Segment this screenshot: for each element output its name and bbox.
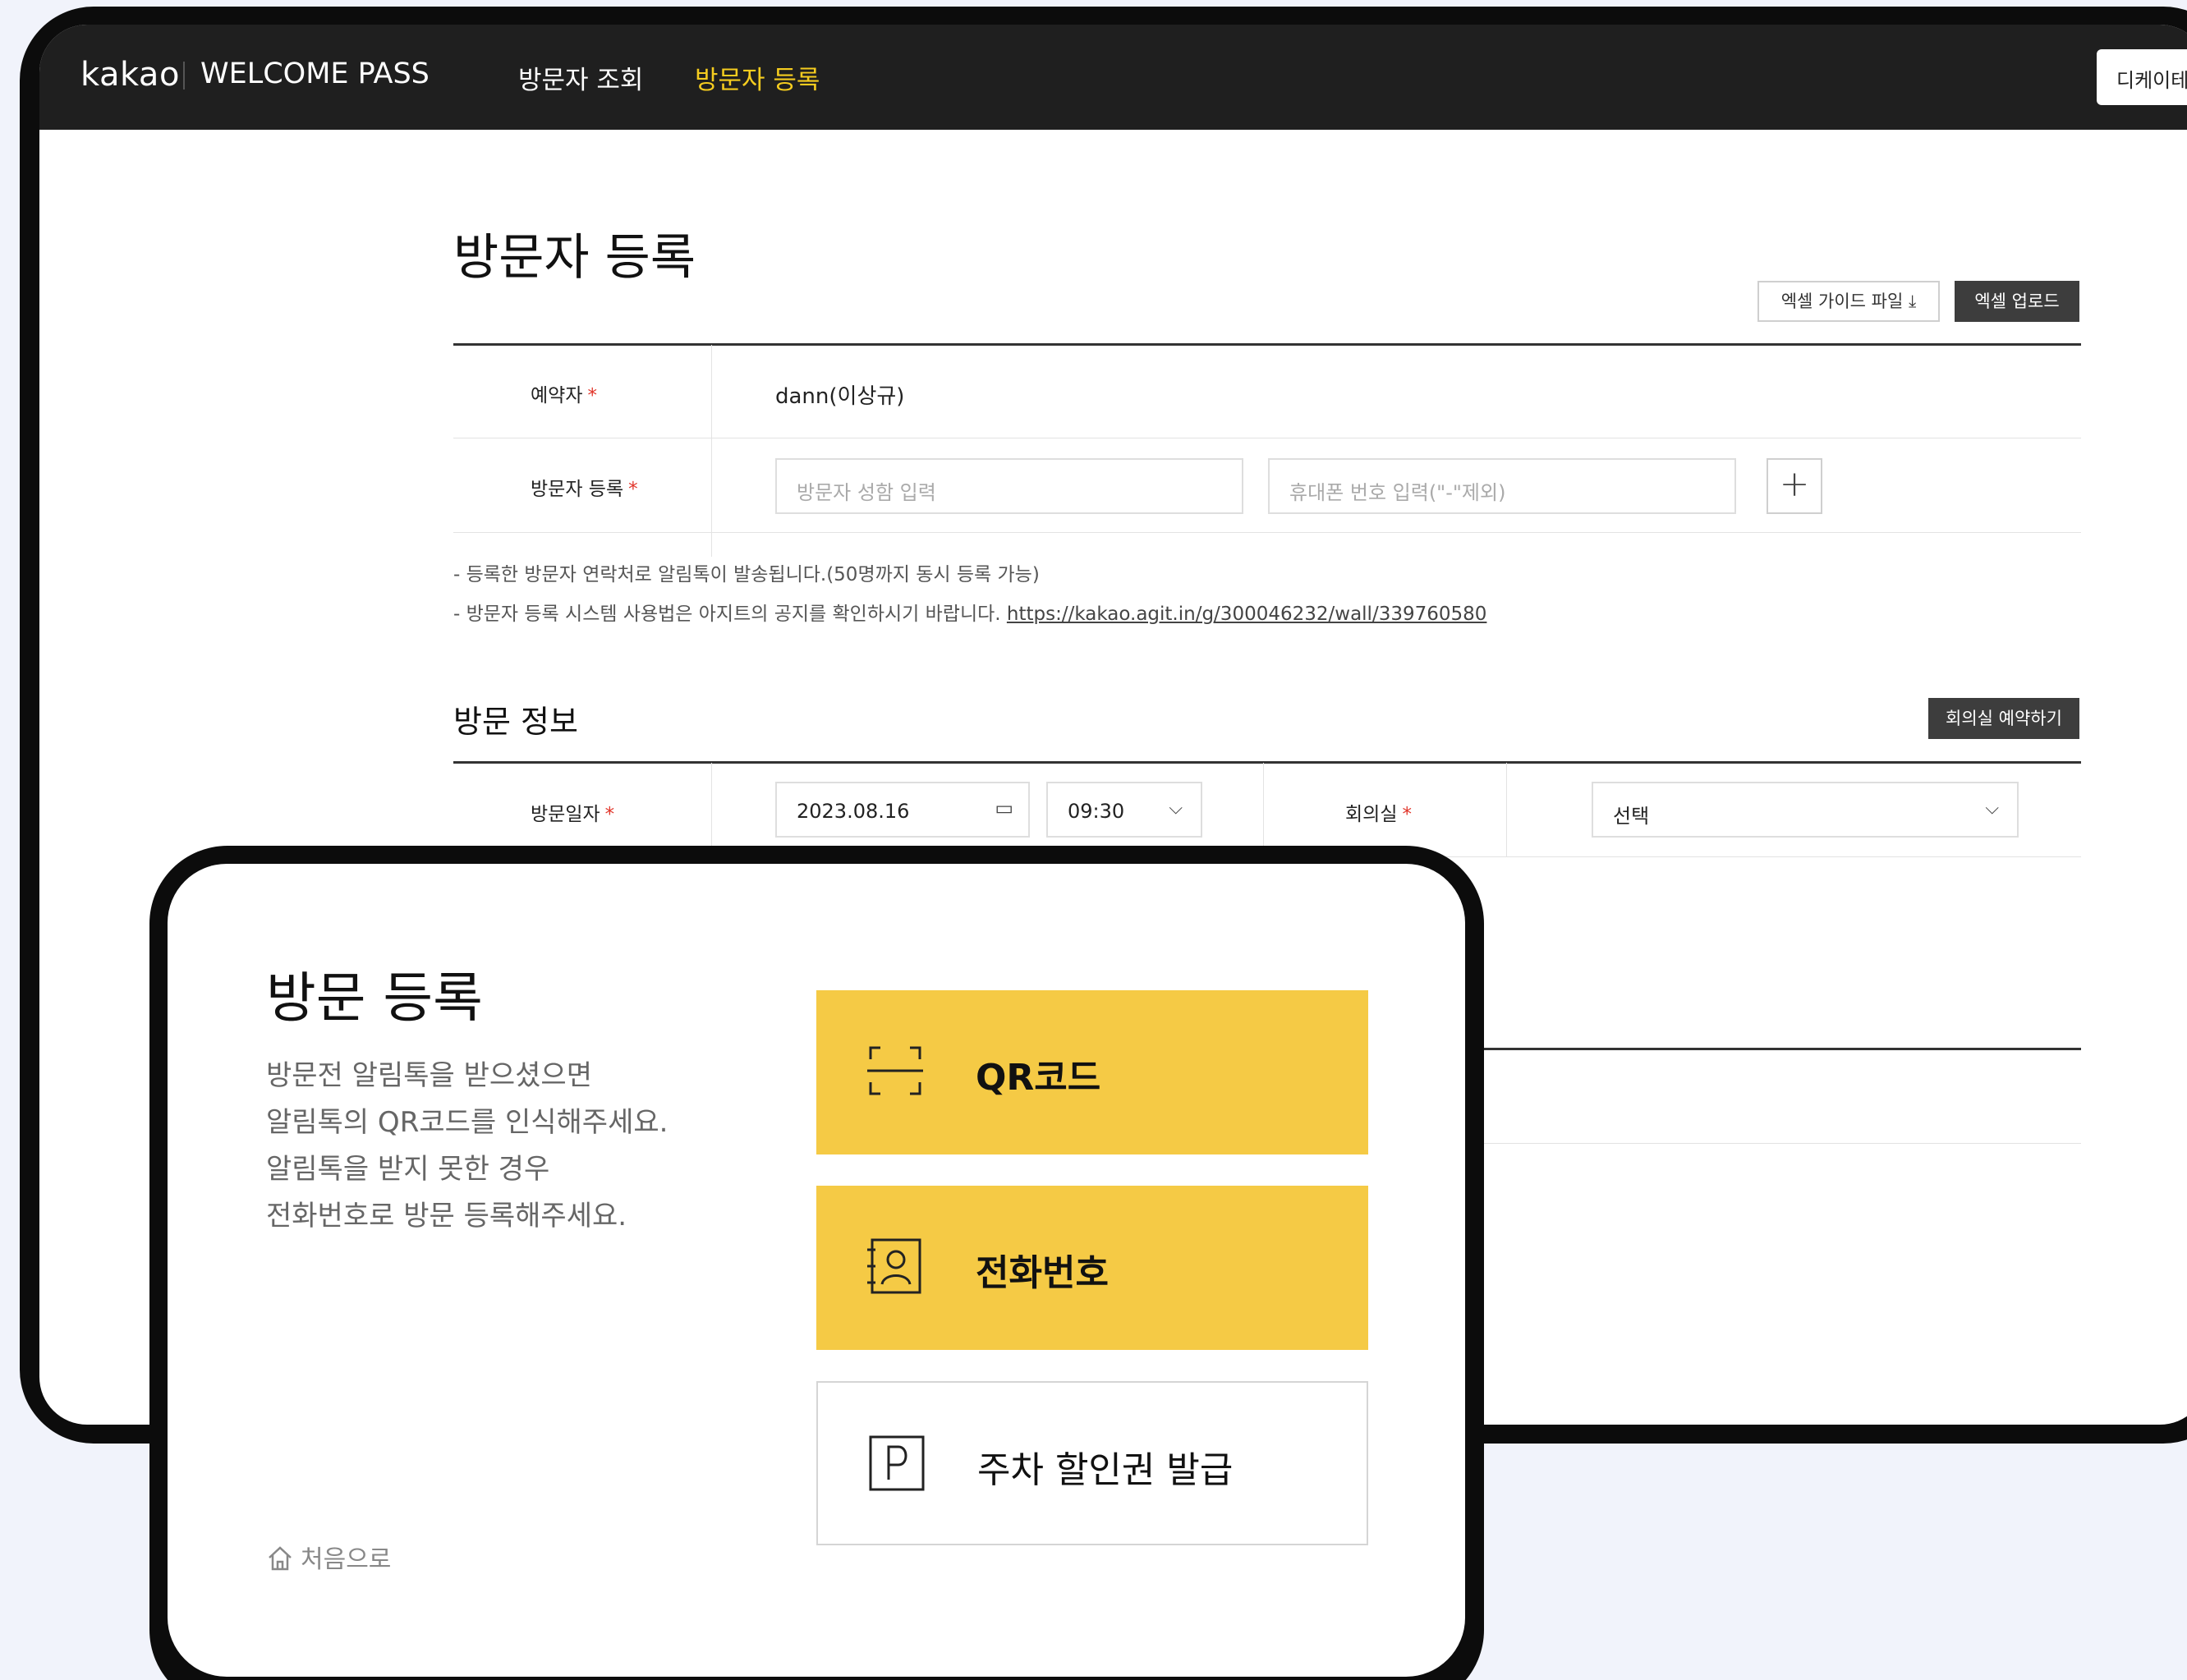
chevron-down-icon: ⌵ xyxy=(1985,798,1999,819)
phone-number-button-label: 전화번호 xyxy=(976,1252,1109,1294)
add-visitor-button[interactable]: + xyxy=(1767,458,1822,514)
meeting-room-label: 회의실 * xyxy=(1345,798,1412,826)
notice-line-2: - 방문자 등록 시스템 사용법은 아지트의 공지를 확인하시기 바랍니다. h… xyxy=(453,598,1486,626)
reserver-label: 예약자 * xyxy=(531,379,597,407)
visit-date-picker[interactable]: 2023.08.16 ▭ xyxy=(775,782,1030,838)
user-menu-button[interactable]: 디케이테 xyxy=(2097,49,2187,105)
parking-coupon-button-label: 주차 할인권 발급 xyxy=(977,1449,1234,1491)
kakao-logo[interactable]: kakao xyxy=(80,56,180,94)
kiosk-screen: 방문 등록 방문전 알림톡을 받으셨으면 알림톡의 QR코드를 인식해주세요. … xyxy=(168,864,1465,1677)
chevron-down-icon: ⌵ xyxy=(1169,798,1183,819)
visit-info-title: 방문 정보 xyxy=(453,704,578,740)
product-name: WELCOME PASS xyxy=(200,57,430,90)
top-navigation-bar: kakao WELCOME PASS 방문자 조회 방문자 등록 디케이테 xyxy=(39,25,2187,130)
visit-label-divider xyxy=(711,763,712,857)
room-reserve-button[interactable]: 회의실 예약하기 xyxy=(1928,698,2079,739)
reserver-label-text: 예약자 xyxy=(531,385,583,406)
required-mark: * xyxy=(1402,804,1412,825)
logo-divider xyxy=(183,62,185,90)
agit-guide-link[interactable]: https://kakao.agit.in/g/300046232/wall/3… xyxy=(1007,604,1487,625)
meeting-room-value: 선택 xyxy=(1613,805,1650,828)
required-mark: * xyxy=(628,479,638,500)
home-link-label: 처음으로 xyxy=(301,1545,392,1574)
visit-info-top-rule xyxy=(453,761,2081,764)
phone-number-button[interactable]: 전화번호 xyxy=(816,1186,1368,1350)
visit-column-divider xyxy=(1263,763,1264,857)
parking-coupon-button[interactable]: 주차 할인권 발급 xyxy=(816,1381,1368,1545)
required-mark: * xyxy=(604,804,615,825)
excel-guide-download-button[interactable]: 엑셀 가이드 파일 ⤓ xyxy=(1757,281,1940,322)
page-title: 방문자 등록 xyxy=(453,229,696,287)
kiosk-desc-line: 알림톡의 QR코드를 인식해주세요. xyxy=(266,1106,669,1139)
visitor-name-input[interactable]: 방문자 성함 입력 xyxy=(775,458,1243,514)
visit-date-label-text: 방문일자 xyxy=(531,804,600,825)
nav-visitor-register[interactable]: 방문자 등록 xyxy=(695,59,820,96)
visit-date-label: 방문일자 * xyxy=(531,798,614,826)
required-mark: * xyxy=(587,385,597,406)
qr-code-button-label: QR코드 xyxy=(976,1057,1101,1099)
nav-visitor-search[interactable]: 방문자 조회 xyxy=(518,59,643,96)
visit-label-divider xyxy=(1506,763,1507,857)
visitor-phone-input[interactable]: 휴대폰 번호 입력("-"제외) xyxy=(1268,458,1736,514)
qr-scan-icon xyxy=(867,1046,923,1095)
visitor-register-label-text: 방문자 등록 xyxy=(531,479,624,500)
home-icon xyxy=(269,1546,292,1571)
contact-book-icon xyxy=(867,1238,921,1294)
visitor-register-label: 방문자 등록 * xyxy=(531,473,638,501)
kiosk-desc-line: 알림톡을 받지 못한 경우 xyxy=(266,1153,550,1186)
parking-icon xyxy=(869,1435,925,1491)
notice-line-2-text: - 방문자 등록 시스템 사용법은 아지트의 공지를 확인하시기 바랍니다. xyxy=(453,604,1007,625)
qr-code-button[interactable]: QR코드 xyxy=(816,990,1368,1154)
kiosk-title: 방문 등록 xyxy=(266,966,483,1030)
kiosk-desc-line: 전화번호로 방문 등록해주세요. xyxy=(266,1200,627,1232)
meeting-room-select[interactable]: 선택 ⌵ xyxy=(1592,782,2019,838)
home-link[interactable]: 처음으로 xyxy=(266,1539,391,1575)
row-divider xyxy=(453,532,2081,533)
form-top-rule xyxy=(453,343,2081,346)
calendar-icon: ▭ xyxy=(995,796,1013,819)
visit-time-value: 09:30 xyxy=(1068,800,1125,823)
visit-date-value: 2023.08.16 xyxy=(797,800,910,823)
visit-time-select[interactable]: 09:30 ⌵ xyxy=(1046,782,1202,838)
form-label-divider xyxy=(711,345,712,557)
notice-line-1: - 등록한 방문자 연락처로 알림톡이 발송됩니다.(50명까지 동시 등록 가… xyxy=(453,564,1040,585)
kiosk-desc-line: 방문전 알림톡을 받으셨으면 xyxy=(266,1059,592,1092)
excel-upload-button[interactable]: 엑셀 업로드 xyxy=(1955,281,2079,322)
reserver-value: dann(이상규) xyxy=(775,384,905,409)
meeting-room-label-text: 회의실 xyxy=(1345,804,1398,825)
